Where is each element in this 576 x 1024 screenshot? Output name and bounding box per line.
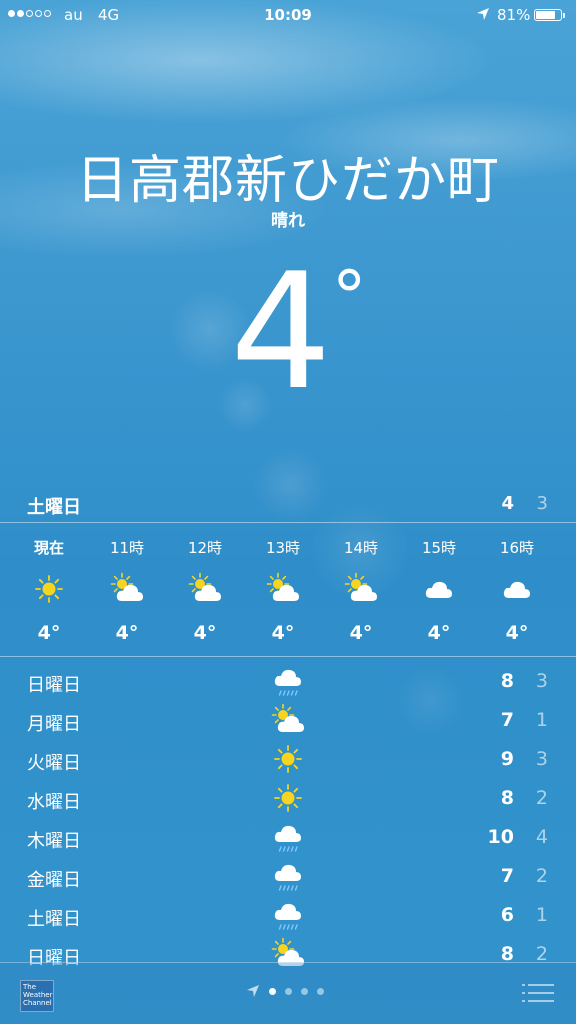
hourly-item: 14時 4°: [322, 524, 400, 644]
day-high: 8: [500, 670, 514, 692]
today-low: 3: [536, 493, 548, 514]
status-bar: au 4G 10:09 81%: [0, 0, 576, 30]
weather-condition: 晴れ: [271, 211, 305, 231]
page-dot[interactable]: [269, 987, 276, 995]
location-arrow-icon: [477, 8, 489, 20]
today-high: 4: [501, 493, 514, 514]
hour-temperature: 4°: [115, 622, 139, 644]
city-name: 日高郡新ひだか町: [75, 151, 500, 211]
hour-temperature: 4°: [193, 622, 217, 644]
divider: [0, 962, 576, 963]
battery-percentage: 81%: [497, 6, 531, 24]
daily-row: 火曜日 9 3: [0, 740, 576, 779]
day-high: 8: [500, 787, 514, 809]
day-name: 火曜日: [27, 753, 81, 774]
hourly-item: 現在 4°: [10, 524, 88, 644]
sun-icon: [10, 572, 88, 606]
day-name: 水曜日: [27, 792, 81, 813]
location-arrow-icon: [247, 985, 259, 997]
day-high: 9: [500, 748, 514, 770]
page-dot[interactable]: [285, 987, 292, 995]
day-low: 2: [535, 865, 548, 887]
day-high: 7: [500, 865, 514, 887]
cloud-icon: [400, 572, 478, 606]
hour-label: 12時: [187, 539, 223, 557]
page-dot[interactable]: [301, 987, 308, 995]
partly-sunny-icon: [88, 572, 166, 606]
daily-row: 土曜日 6 1: [0, 896, 576, 935]
hour-label: 現在: [33, 539, 64, 557]
sun-icon: [269, 781, 307, 815]
current-temperature: 4°: [230, 238, 367, 425]
day-low: 3: [535, 670, 548, 692]
day-low: 3: [535, 748, 548, 770]
day-name: 月曜日: [27, 714, 81, 735]
hour-label: 15時: [421, 539, 457, 557]
day-high: 10: [487, 826, 514, 848]
sun-icon: [269, 742, 307, 776]
divider: [0, 522, 576, 523]
hour-temperature: 4°: [505, 622, 529, 644]
partly-sunny-icon: [166, 572, 244, 606]
partly-sunny-icon: [269, 703, 307, 737]
day-name: 木曜日: [27, 831, 81, 852]
cloud-icon: [478, 572, 556, 606]
daily-row: 日曜日 8 3: [0, 662, 576, 701]
weather-channel-logo[interactable]: The Weather Channel: [20, 980, 54, 1012]
list-menu-icon[interactable]: [522, 982, 554, 1004]
battery-icon: [534, 9, 565, 21]
hour-temperature: 4°: [349, 622, 373, 644]
day-low: 1: [535, 904, 548, 926]
rain-icon: [269, 898, 307, 932]
hourly-item: 16時 4°: [478, 524, 556, 644]
day-name: 金曜日: [27, 870, 81, 891]
hour-label: 11時: [109, 539, 145, 557]
day-name: 土曜日: [27, 909, 81, 930]
daily-row: 月曜日 7 1: [0, 701, 576, 740]
hour-temperature: 4°: [37, 622, 61, 644]
day-name: 日曜日: [27, 675, 81, 696]
daily-row: 木曜日 10 4: [0, 818, 576, 857]
daily-row: 金曜日 7 2: [0, 857, 576, 896]
hour-temperature: 4°: [427, 622, 451, 644]
rain-icon: [269, 820, 307, 854]
day-high: 6: [500, 904, 514, 926]
partly-sunny-icon: [322, 572, 400, 606]
today-summary: 土曜日 4 3: [0, 490, 576, 522]
page-dot[interactable]: [317, 987, 324, 995]
bottom-toolbar: The Weather Channel: [0, 962, 576, 1024]
hourly-item: 15時 4°: [400, 524, 478, 644]
daily-row: 水曜日 8 2: [0, 779, 576, 818]
hour-label: 13時: [265, 539, 301, 557]
day-low: 2: [535, 787, 548, 809]
today-day-label: 土曜日: [27, 497, 81, 518]
hourly-item: 11時 4°: [88, 524, 166, 644]
hourly-forecast[interactable]: 現在 4° 11時 4° 12時 4° 13時 4° 14時 4° 15時 4° 16時 4°: [0, 524, 576, 656]
rain-icon: [269, 664, 307, 698]
rain-icon: [269, 859, 307, 893]
divider: [0, 656, 576, 657]
hourly-item: 12時 4°: [166, 524, 244, 644]
hour-label: 14時: [343, 539, 379, 557]
day-high: 7: [500, 709, 514, 731]
page-indicator[interactable]: [246, 984, 324, 998]
partly-sunny-icon: [244, 572, 322, 606]
hour-temperature: 4°: [271, 622, 295, 644]
day-low: 1: [535, 709, 548, 731]
day-low: 4: [535, 826, 548, 848]
hourly-item: 13時 4°: [244, 524, 322, 644]
hour-label: 16時: [499, 539, 535, 557]
